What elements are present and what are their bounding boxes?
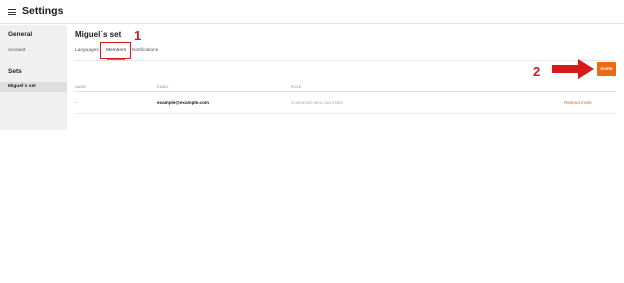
column-header-email: EMAIL: [157, 85, 169, 89]
sidebar-item-account[interactable]: Account: [8, 48, 25, 53]
step-2-label: 2: [533, 64, 541, 79]
red-arrow-icon: [552, 59, 594, 79]
role-select[interactable]: Customize who can invite: [291, 100, 343, 105]
resend-invite-link[interactable]: Resend invite: [564, 100, 592, 105]
sidebar: General Account Sets Miguel´s set: [0, 25, 67, 130]
sidebar-item-miguels-set[interactable]: Miguel´s set: [0, 82, 67, 92]
top-bar: Settings: [0, 0, 624, 24]
member-name: -: [75, 100, 77, 105]
table-row: - example@example.com Customize who can …: [75, 92, 616, 114]
active-tab-indicator: [107, 59, 125, 60]
column-header-name: NAME: [75, 85, 87, 89]
app-title: Settings: [22, 5, 64, 17]
members-tab-highlight: [100, 42, 131, 59]
sidebar-heading-sets: Sets: [8, 68, 22, 75]
member-email: example@example.com: [157, 100, 209, 105]
sidebar-item-label: Miguel´s set: [8, 84, 36, 89]
invite-button[interactable]: Invite: [597, 62, 616, 76]
step-1-label: 1: [134, 28, 142, 43]
tab-languages[interactable]: Languages: [75, 48, 99, 53]
column-header-role: ROLE: [291, 85, 302, 89]
tab-notifications[interactable]: Notifications: [132, 48, 158, 53]
hamburger-menu-icon[interactable]: [8, 9, 16, 15]
page-title: Miguel´s set: [75, 30, 122, 39]
tab-bar: Languages Members Notifications: [75, 47, 616, 61]
sidebar-heading-general: General: [8, 31, 33, 38]
